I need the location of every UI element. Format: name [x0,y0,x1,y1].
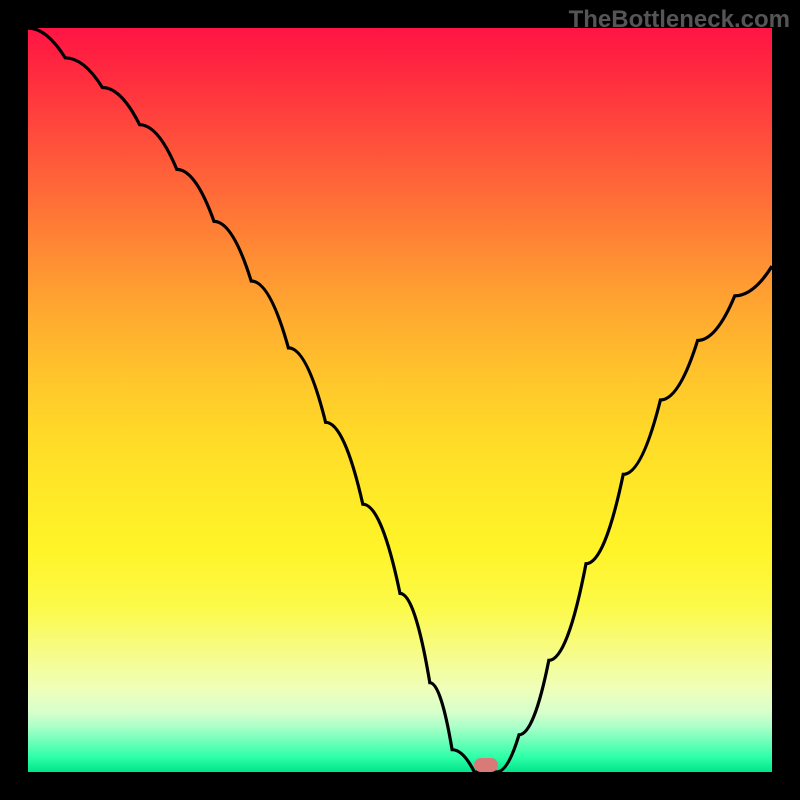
watermark-label: TheBottleneck.com [569,6,790,34]
chart-frame: TheBottleneck.com [0,0,800,800]
plot-area [28,28,772,772]
optimum-marker [474,758,498,772]
bottleneck-curve [28,28,772,772]
